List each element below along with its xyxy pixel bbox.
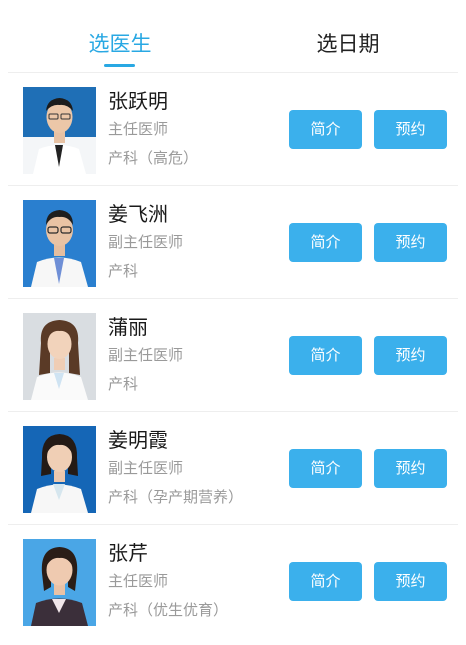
doctor-name: 姜飞洲 — [108, 202, 168, 226]
intro-button[interactable]: 简介 — [289, 562, 362, 601]
book-button[interactable]: 预约 — [374, 449, 447, 488]
doctor-row: 姜明霞 副主任医师 产科（孕产期营养） 简介 预约 — [0, 412, 466, 525]
doctor-photo — [23, 313, 96, 400]
doctor-list: 张跃明 主任医师 产科（高危） 简介 预约 姜飞洲 副主任医师 产科 简介 预约 — [0, 73, 466, 638]
doctor-department: 产科 — [108, 375, 139, 393]
doctor-photo — [23, 200, 96, 287]
doctor-title: 主任医师 — [108, 572, 169, 590]
doctor-title: 副主任医师 — [108, 459, 184, 477]
intro-button[interactable]: 简介 — [289, 110, 362, 149]
tab-select-date[interactable]: 选日期 — [268, 30, 428, 58]
doctor-title: 副主任医师 — [108, 233, 184, 251]
doctor-title: 主任医师 — [108, 120, 169, 138]
doctor-name: 姜明霞 — [108, 428, 168, 452]
doctor-name: 张跃明 — [108, 89, 168, 113]
doctor-department: 产科（高危） — [108, 149, 199, 167]
book-button[interactable]: 预约 — [374, 336, 447, 375]
doctor-row: 姜飞洲 副主任医师 产科 简介 预约 — [0, 186, 466, 299]
doctor-photo — [23, 539, 96, 626]
tab-select-doctor[interactable]: 选医生 — [40, 30, 200, 58]
intro-button[interactable]: 简介 — [289, 223, 362, 262]
doctor-photo — [23, 87, 96, 174]
book-button[interactable]: 预约 — [374, 110, 447, 149]
tab-bar: 选医生 选日期 — [0, 0, 466, 73]
doctor-department: 产科（孕产期营养） — [108, 488, 244, 506]
doctor-row: 蒲丽 副主任医师 产科 简介 预约 — [0, 299, 466, 412]
intro-button[interactable]: 简介 — [289, 449, 362, 488]
book-button[interactable]: 预约 — [374, 562, 447, 601]
book-button[interactable]: 预约 — [374, 223, 447, 262]
doctor-title: 副主任医师 — [108, 346, 184, 364]
doctor-department: 产科 — [108, 262, 139, 280]
doctor-department: 产科（优生优育） — [108, 601, 229, 619]
doctor-row: 张芹 主任医师 产科（优生优育） 简介 预约 — [0, 525, 466, 638]
intro-button[interactable]: 简介 — [289, 336, 362, 375]
doctor-photo — [23, 426, 96, 513]
doctor-row: 张跃明 主任医师 产科（高危） 简介 预约 — [0, 73, 466, 186]
active-tab-indicator — [104, 64, 135, 67]
doctor-name: 蒲丽 — [108, 315, 148, 339]
doctor-name: 张芹 — [108, 541, 148, 565]
